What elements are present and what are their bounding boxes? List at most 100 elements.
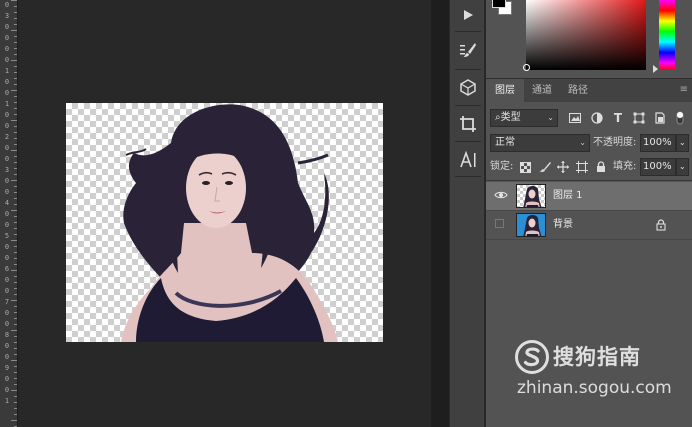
hue-slider[interactable] — [659, 0, 675, 70]
ruler-tick — [14, 48, 17, 49]
play-icon[interactable] — [456, 3, 480, 27]
color-swatches[interactable] — [492, 0, 514, 20]
filter-smart-object-icon[interactable] — [653, 111, 667, 125]
ruler-label: 1 — [4, 67, 10, 75]
layer-thumbnail — [516, 184, 546, 208]
ruler-label: 0 — [4, 155, 10, 163]
foreground-color-swatch[interactable] — [492, 0, 506, 8]
lock-transparent-pixels-icon[interactable] — [518, 160, 532, 174]
ruler-label: 0 — [4, 89, 10, 97]
ruler-tick — [11, 30, 17, 31]
layers-list: 图层 1 背景 — [486, 180, 692, 427]
document-canvas[interactable] — [66, 103, 383, 342]
filter-type-icon[interactable]: T — [611, 111, 625, 125]
ruler-label: 0 — [4, 243, 10, 251]
ruler-label: 0 — [4, 56, 10, 64]
ruler-tick — [14, 378, 17, 379]
blend-mode-dropdown[interactable]: 正常 ⌄ — [490, 134, 590, 152]
ruler-tick — [14, 96, 17, 97]
ruler-tick — [14, 72, 17, 73]
ruler-tick — [14, 372, 17, 373]
ruler-tick — [14, 312, 17, 313]
ruler-tick — [14, 366, 17, 367]
opacity-input[interactable]: 100% — [640, 134, 676, 152]
ruler-label: 8 — [4, 331, 10, 339]
tab-paths[interactable]: 路径 — [560, 79, 596, 103]
ruler-tick — [14, 324, 17, 325]
visibility-toggle-empty[interactable] — [495, 219, 504, 228]
ruler-tick — [11, 330, 17, 331]
opacity-dropdown-button[interactable]: ⌄ — [676, 134, 689, 152]
lock-icon — [656, 219, 666, 231]
filter-shape-icon[interactable] — [632, 111, 646, 125]
ruler-tick — [14, 126, 17, 127]
ruler-label: 0 — [4, 1, 10, 9]
lock-artboard-icon[interactable] — [575, 160, 589, 174]
fill-dropdown-button[interactable]: ⌄ — [676, 158, 689, 176]
ruler-label: 0 — [4, 144, 10, 152]
ruler-label: 0 — [4, 375, 10, 383]
lock-position-icon[interactable] — [556, 160, 570, 174]
layer-filter-row: ⌕类型 ⌄ T — [486, 108, 692, 132]
ruler-tick — [14, 174, 17, 175]
ruler-tick — [14, 198, 17, 199]
character-icon[interactable] — [456, 148, 480, 172]
layer-name[interactable]: 图层 1 — [553, 182, 583, 210]
ruler-tick — [14, 384, 17, 385]
lock-all-icon[interactable] — [594, 160, 608, 174]
brush-preset-icon[interactable] — [456, 38, 480, 62]
ruler-tick — [14, 336, 17, 337]
vertical-ruler[interactable]: 0 3 0 0 0 0 1 0 0 1 0 0 2 0 0 3 0 0 4 0 0 5 0 0 6 0 0 7 0 0 8 0 0 9 0 0 1 — [0, 0, 18, 427]
ruler-tick — [14, 276, 17, 277]
panel-menu-icon[interactable]: ≡ — [680, 84, 688, 95]
ruler-tick — [14, 294, 17, 295]
ruler-label: 0 — [4, 309, 10, 317]
ruler-tick — [14, 6, 17, 7]
ruler-tick — [14, 234, 17, 235]
color-picker-field[interactable] — [526, 0, 646, 70]
filter-adjustment-icon[interactable] — [590, 111, 604, 125]
ruler-tick — [14, 204, 17, 205]
ruler-tick — [11, 90, 17, 91]
tab-channels[interactable]: 通道 — [524, 79, 560, 103]
ruler-label: 1 — [4, 100, 10, 108]
hue-slider-marker[interactable] — [653, 65, 658, 73]
ruler-label: 5 — [4, 232, 10, 240]
ruler-tick — [14, 282, 17, 283]
fill-input[interactable]: 100% — [640, 158, 676, 176]
ruler-tick — [14, 414, 17, 415]
chevron-down-icon: ⌄ — [579, 138, 586, 147]
crop-icon[interactable] — [456, 112, 480, 136]
ruler-tick — [14, 42, 17, 43]
layer-name[interactable]: 背景 — [553, 211, 573, 239]
ruler-tick — [14, 108, 17, 109]
layer-row-1[interactable]: 图层 1 — [486, 182, 692, 210]
lock-image-pixels-icon[interactable] — [538, 160, 552, 174]
opacity-label: 不透明度: — [593, 137, 637, 148]
ruler-label: 7 — [4, 298, 10, 306]
ruler-tick — [14, 114, 17, 115]
ruler-label: 0 — [4, 78, 10, 86]
ruler-label: 0 — [4, 320, 10, 328]
eye-icon[interactable] — [494, 188, 508, 202]
3d-icon[interactable] — [456, 76, 480, 100]
color-panel — [486, 0, 692, 76]
ruler-label: 3 — [4, 12, 10, 20]
chevron-down-icon: ⌄ — [547, 113, 554, 122]
filter-pixel-icon[interactable] — [568, 111, 582, 125]
ruler-tick — [14, 354, 17, 355]
tab-layers[interactable]: 图层 — [486, 79, 524, 103]
ruler-tick — [14, 246, 17, 247]
ruler-tick — [14, 318, 17, 319]
color-picker-marker[interactable] — [523, 64, 530, 71]
ruler-tick — [11, 120, 17, 121]
filter-kind-dropdown[interactable]: ⌕类型 ⌄ — [490, 109, 558, 127]
ruler-tick — [14, 168, 17, 169]
canvas-area[interactable] — [19, 0, 431, 427]
filter-toggle-icon[interactable] — [673, 110, 687, 125]
layer-row-background[interactable]: 背景 — [486, 211, 692, 239]
ruler-label: 0 — [4, 177, 10, 185]
ruler-tick — [14, 258, 17, 259]
ruler-tick — [14, 18, 17, 19]
layer-thumbnail — [516, 213, 546, 237]
